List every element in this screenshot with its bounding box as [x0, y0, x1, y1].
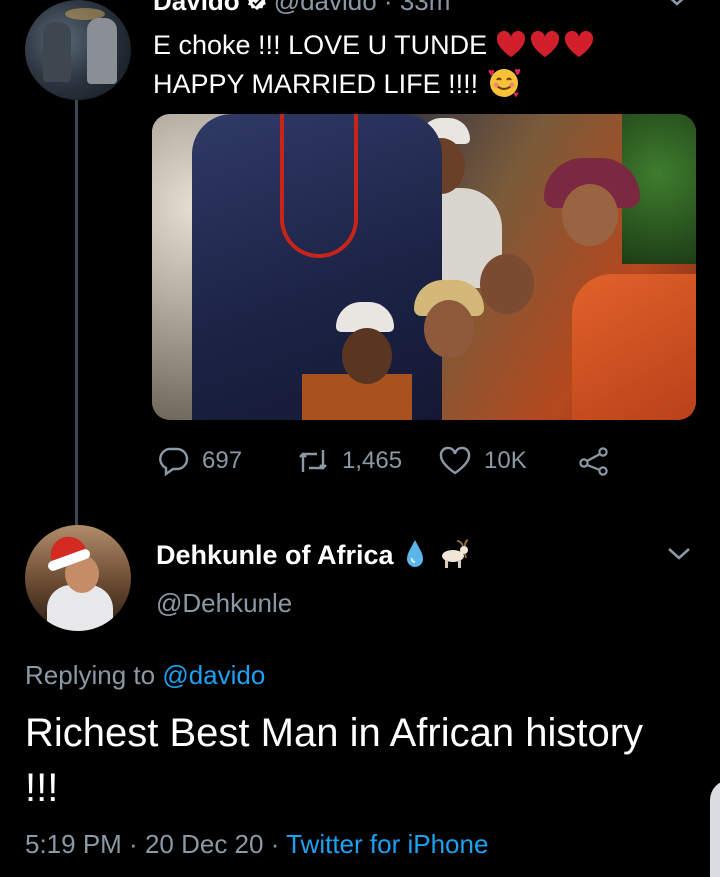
- like-button[interactable]: 10K: [438, 444, 527, 478]
- avatar-davido[interactable]: [25, 0, 131, 100]
- tweet1-body: E choke !!! LOVE U TUNDE HAPPY MARRIED L…: [153, 26, 595, 104]
- like-count: 10K: [484, 447, 527, 474]
- reply-icon: [159, 447, 189, 477]
- tweet1-header: Davido @davido · 33m: [153, 0, 450, 16]
- retweet-button[interactable]: 1,465: [296, 444, 402, 478]
- retweet-icon: [299, 450, 327, 472]
- tweet1-author-name[interactable]: Davido: [153, 0, 240, 16]
- tweet1-photo[interactable]: [152, 114, 696, 420]
- tweet1-line2-row: HAPPY MARRIED LIFE !!!!: [153, 65, 595, 104]
- share-icon: [579, 447, 608, 476]
- reply-count: 697: [202, 447, 243, 474]
- smiling-face-with-hearts-emoji: [486, 68, 522, 99]
- reply-source-link[interactable]: Twitter for iPhone: [286, 829, 488, 859]
- tweet1-line1: E choke !!! LOVE U TUNDE: [153, 30, 488, 60]
- floating-button-edge[interactable]: [710, 780, 720, 877]
- reply-author-handle[interactable]: @Dehkunle: [156, 586, 292, 620]
- reply-button[interactable]: 697: [158, 444, 242, 478]
- red-heart-emoji: [495, 30, 595, 60]
- reply-date: 20 Dec 20: [144, 829, 264, 859]
- tweet-thread-view: Davido @davido · 33m E choke !!! LOVE U T…: [0, 0, 720, 877]
- thread-connector-line: [75, 100, 78, 530]
- avatar-dehkunle[interactable]: [25, 525, 131, 631]
- tweet1-action-bar: 697 1,465 10K: [158, 444, 628, 478]
- reply-body: Richest Best Man in African history !!!: [25, 711, 644, 810]
- chevron-down-icon[interactable]: [666, 544, 692, 564]
- replying-to-line: Replying to @davido: [25, 658, 265, 692]
- reply-time: 5:19 PM: [25, 829, 122, 859]
- tweet1-line1-row: E choke !!! LOVE U TUNDE: [153, 26, 595, 65]
- droplet-emoji: [406, 540, 423, 567]
- heart-outline-icon: [439, 446, 471, 475]
- share-button[interactable]: [578, 444, 622, 478]
- chevron-down-icon[interactable]: [664, 0, 690, 10]
- retweet-count: 1,465: [342, 447, 403, 474]
- goat-emoji: [441, 539, 468, 568]
- tweet1-line2: HAPPY MARRIED LIFE !!!!: [153, 69, 479, 99]
- tweet1-time: 33m: [399, 0, 451, 16]
- replying-to-label: Replying to: [25, 660, 156, 690]
- reply-author-row: Dehkunle of Africa: [156, 538, 470, 572]
- reply-meta: 5:19 PM · 20 Dec 20 · Twitter for iPhone: [25, 829, 489, 859]
- tweet1-author-handle[interactable]: @davido: [274, 0, 377, 16]
- reply-author-name[interactable]: Dehkunle of Africa: [156, 540, 394, 570]
- verified-badge-icon: [246, 0, 268, 11]
- replying-to-mention-link[interactable]: @davido: [162, 660, 265, 690]
